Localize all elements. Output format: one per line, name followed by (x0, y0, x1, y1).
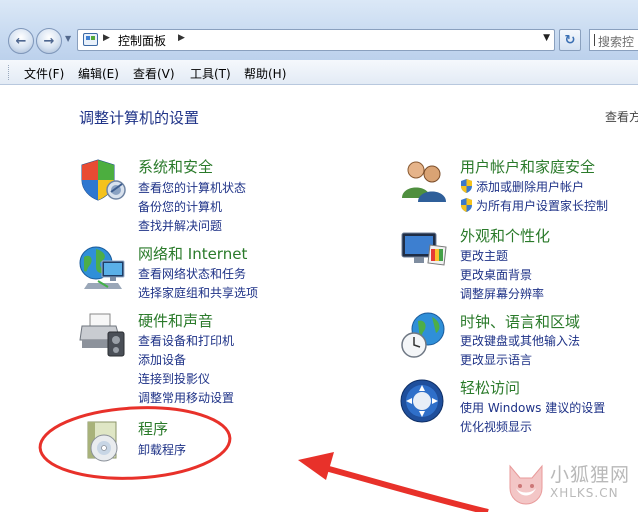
uac-shield-icon (461, 179, 472, 193)
link-text[interactable]: 添加或删除用户帐户 (476, 180, 584, 194)
category-title-programs[interactable]: 程序 (138, 418, 168, 439)
watermark: 小狐狸网 XHLKS.CN (502, 458, 638, 512)
menu-file[interactable]: 文件(F) (24, 65, 64, 82)
back-arrow-icon: ← (15, 33, 27, 49)
forward-button[interactable]: → (36, 28, 62, 54)
link-network-status[interactable]: 查看网络状态和任务 (138, 265, 246, 282)
text-cursor (594, 34, 595, 46)
link-parental-controls[interactable]: 为所有用户设置家长控制 (460, 197, 608, 214)
category-title-network-internet[interactable]: 网络和 Internet (138, 243, 247, 264)
link-recommended-settings[interactable]: 使用 Windows 建议的设置 (460, 399, 605, 416)
category-title-appearance[interactable]: 外观和个性化 (460, 225, 550, 246)
category-title-user-accounts[interactable]: 用户帐户和家庭安全 (460, 156, 595, 177)
category-title-hardware-sound[interactable]: 硬件和声音 (138, 310, 213, 331)
link-connect-projector[interactable]: 连接到投影仪 (138, 370, 210, 387)
programs-disc-icon[interactable] (78, 418, 128, 468)
highlight-ellipse (38, 406, 232, 480)
link-mobility-settings[interactable]: 调整常用移动设置 (138, 389, 234, 406)
link-uninstall-program[interactable]: 卸载程序 (138, 441, 186, 458)
back-button[interactable]: ← (8, 28, 34, 54)
fox-logo-icon (509, 464, 543, 505)
toolbar-grip (8, 65, 11, 80)
uac-shield-icon (461, 198, 472, 212)
search-input[interactable]: 搜索控 (589, 29, 638, 51)
shield-icon[interactable] (78, 156, 128, 206)
ease-of-access-icon[interactable] (400, 377, 450, 427)
view-by-label: 查看方式 (605, 110, 638, 124)
link-view-computer-status[interactable]: 查看您的计算机状态 (138, 179, 246, 196)
link-change-theme[interactable]: 更改主题 (460, 247, 508, 264)
address-bar[interactable]: ▶ 控制面板 ▶ ▼ (77, 29, 555, 51)
menu-view[interactable]: 查看(V) (133, 65, 175, 82)
forward-arrow-icon: → (43, 33, 55, 49)
annotation-arrow-head (298, 452, 334, 480)
category-title-ease-of-access[interactable]: 轻松访问 (460, 377, 520, 398)
menu-bar: 文件(F) 编辑(E) 查看(V) 工具(T) 帮助(H) (0, 60, 638, 85)
breadcrumb-arrow-icon[interactable]: ▶ (103, 33, 110, 43)
menu-tools[interactable]: 工具(T) (190, 65, 231, 82)
link-backup-computer[interactable]: 备份您的计算机 (138, 198, 222, 215)
annotation-arrow-shaft (317, 463, 489, 512)
link-add-device[interactable]: 添加设备 (138, 351, 186, 368)
users-icon[interactable] (400, 156, 450, 206)
link-display-language[interactable]: 更改显示语言 (460, 351, 532, 368)
watermark-url: XHLKS.CN (550, 486, 619, 500)
search-placeholder: 搜索控 (598, 35, 635, 49)
watermark-text: 小狐狸网 (550, 464, 631, 486)
monitor-palette-icon[interactable] (400, 225, 450, 275)
link-devices-printers[interactable]: 查看设备和打印机 (138, 332, 234, 349)
category-title-clock-language[interactable]: 时钟、语言和区域 (460, 311, 580, 332)
address-dropdown-icon[interactable]: ▼ (543, 33, 550, 43)
printer-speaker-icon[interactable] (78, 310, 128, 360)
breadcrumb-arrow-icon[interactable]: ▶ (178, 33, 185, 43)
category-title-system-security[interactable]: 系统和安全 (138, 156, 213, 177)
navigation-bar: ← → ▼ ▶ 控制面板 ▶ ▼ ↻ 搜索控 (0, 0, 638, 60)
page-title: 调整计算机的设置 (79, 109, 200, 127)
link-text[interactable]: 为所有用户设置家长控制 (476, 199, 608, 213)
menu-edit[interactable]: 编辑(E) (78, 65, 119, 82)
link-change-background[interactable]: 更改桌面背景 (460, 266, 532, 283)
refresh-icon: ↻ (564, 32, 576, 48)
link-screen-resolution[interactable]: 调整屏幕分辨率 (460, 285, 544, 302)
refresh-button[interactable]: ↻ (559, 29, 581, 51)
breadcrumb-control-panel[interactable]: 控制面板 (118, 32, 166, 49)
link-homegroup-sharing[interactable]: 选择家庭组和共享选项 (138, 284, 258, 301)
recent-pages-dropdown-icon[interactable]: ▼ (65, 34, 71, 43)
globe-clock-icon[interactable] (400, 311, 450, 361)
link-troubleshoot[interactable]: 查找并解决问题 (138, 217, 222, 234)
network-globe-icon[interactable] (78, 243, 128, 293)
link-add-remove-accounts[interactable]: 添加或删除用户帐户 (460, 178, 584, 195)
link-optimize-video[interactable]: 优化视频显示 (460, 418, 532, 435)
menu-help[interactable]: 帮助(H) (244, 65, 286, 82)
control-panel-icon (83, 33, 98, 46)
link-change-keyboard[interactable]: 更改键盘或其他输入法 (460, 332, 580, 349)
